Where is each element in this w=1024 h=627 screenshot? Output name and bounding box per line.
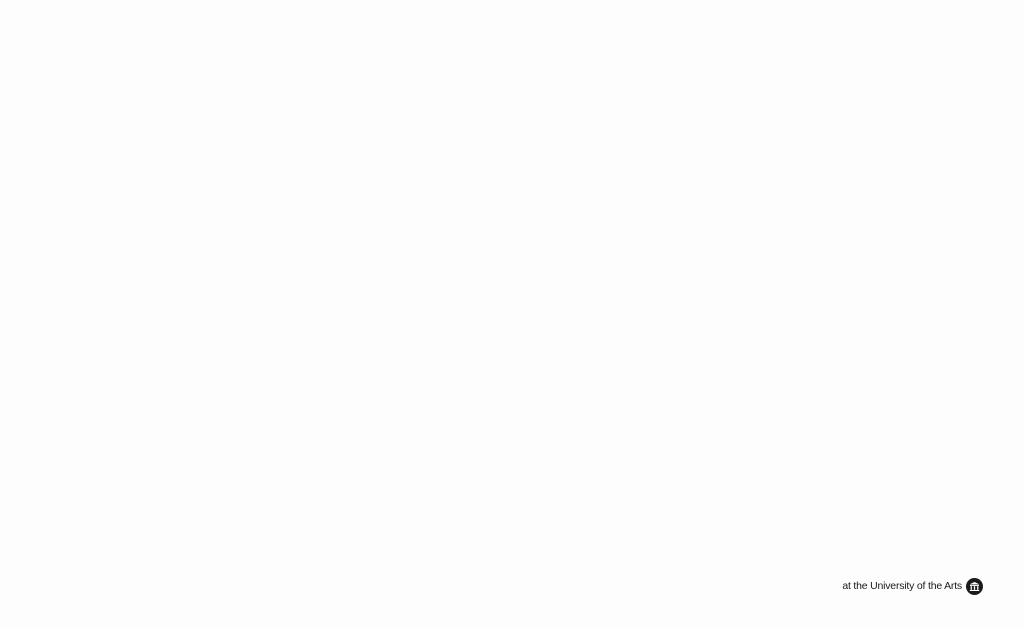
building-icon [966,577,983,595]
page: at the University of the Arts [0,0,1024,627]
university-affiliation-text: at the University of the Arts [842,580,962,592]
university-link[interactable]: at the University of the Arts [842,577,983,595]
